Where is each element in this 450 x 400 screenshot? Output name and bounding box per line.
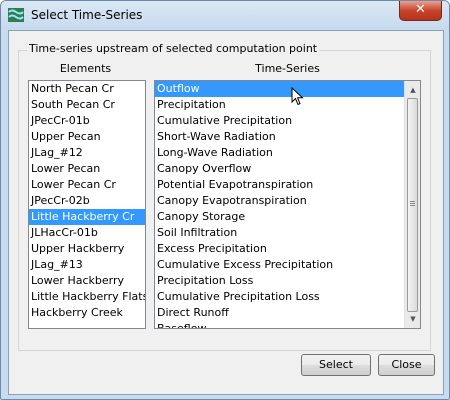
element-list-item[interactable]: Upper Hackberry [29,241,145,257]
elements-header: Elements [59,62,112,75]
scroll-up-arrow-icon[interactable]: ▲ [405,82,420,98]
close-icon: ✕ [415,2,426,17]
elements-list[interactable]: North Pecan Cr South Pecan Cr JPecCr-01b Up… [28,80,146,329]
timeseries-list-item[interactable]: Precipitation Loss [155,273,420,289]
scroll-down-arrow-icon[interactable]: ▼ [405,311,420,327]
close-button[interactable]: Close [378,354,435,376]
element-list-item[interactable]: North Pecan Cr [29,81,145,97]
timeseries-list[interactable]: Outflow Precipitation Cumulative Precipita… [154,80,421,329]
timeseries-list-item[interactable]: Potential Evapotranspiration [155,177,420,193]
element-list-item[interactable]: South Pecan Cr [29,97,145,113]
timeseries-list-item[interactable]: Excess Precipitation [155,241,420,257]
timeseries-list-item[interactable]: Cumulative Precipitation [155,113,420,129]
window-title: Select Time-Series [31,8,143,22]
hec-hms-app-icon [8,8,24,22]
group-label: Time-series upstream of selected computa… [27,42,320,55]
timeseries-scrollbar[interactable]: ▲ ▼ [404,81,420,328]
mouse-pointer-icon [291,87,304,106]
element-list-item[interactable]: Lower Pecan Cr [29,177,145,193]
select-button[interactable]: Select [301,354,371,376]
element-list-item[interactable]: JPecCr-02b [29,193,145,209]
element-list-item[interactable]: Lower Hackberry [29,273,145,289]
dialog-window: Select Time-Series ✕ Time-series upstrea… [0,0,450,400]
element-list-item[interactable]: Lower Pecan [29,161,145,177]
timeseries-list-item[interactable]: Canopy Overflow [155,161,420,177]
element-list-item[interactable]: JLag_#13 [29,257,145,273]
thumb-grip-line [410,203,415,204]
title-bar[interactable]: Select Time-Series ✕ [1,1,449,29]
element-list-item[interactable]: JLag_#12 [29,145,145,161]
timeseries-list-item[interactable]: Soil Infiltration [155,225,420,241]
thumb-grip-line [410,205,415,206]
scroll-thumb[interactable] [407,98,418,312]
timeseries-list-item[interactable]: Precipitation [155,97,420,113]
timeseries-list-item[interactable]: Outflow [155,81,420,97]
timeseries-header: Time-Series [255,62,320,75]
timeseries-list-item[interactable]: Cumulative Precipitation Loss [155,289,420,305]
element-list-item[interactable]: JLHacCr-01b [29,225,145,241]
timeseries-list-item[interactable]: Direct Runoff [155,305,420,321]
element-list-item[interactable]: Upper Pecan [29,129,145,145]
element-list-item[interactable]: JPecCr-01b [29,113,145,129]
timeseries-list-item[interactable]: Long-Wave Radiation [155,145,420,161]
dialog-client-area: Time-series upstream of selected computa… [8,30,444,395]
timeseries-items: Outflow Precipitation Cumulative Precipita… [155,81,420,328]
timeseries-list-item[interactable]: Baseflow [155,321,420,328]
timeseries-list-item[interactable]: Cumulative Excess Precipitation [155,257,420,273]
window-close-button[interactable]: ✕ [399,1,442,21]
timeseries-list-item[interactable]: Canopy Evapotranspiration [155,193,420,209]
thumb-grip-icon [410,201,415,202]
timeseries-list-item[interactable]: Short-Wave Radiation [155,129,420,145]
element-list-item[interactable]: Hackberry Creek [29,305,145,321]
element-list-item[interactable]: Little Hackberry Cr [29,209,145,225]
element-list-item[interactable]: Little Hackberry Flats [29,289,145,305]
timeseries-list-item[interactable]: Canopy Storage [155,209,420,225]
